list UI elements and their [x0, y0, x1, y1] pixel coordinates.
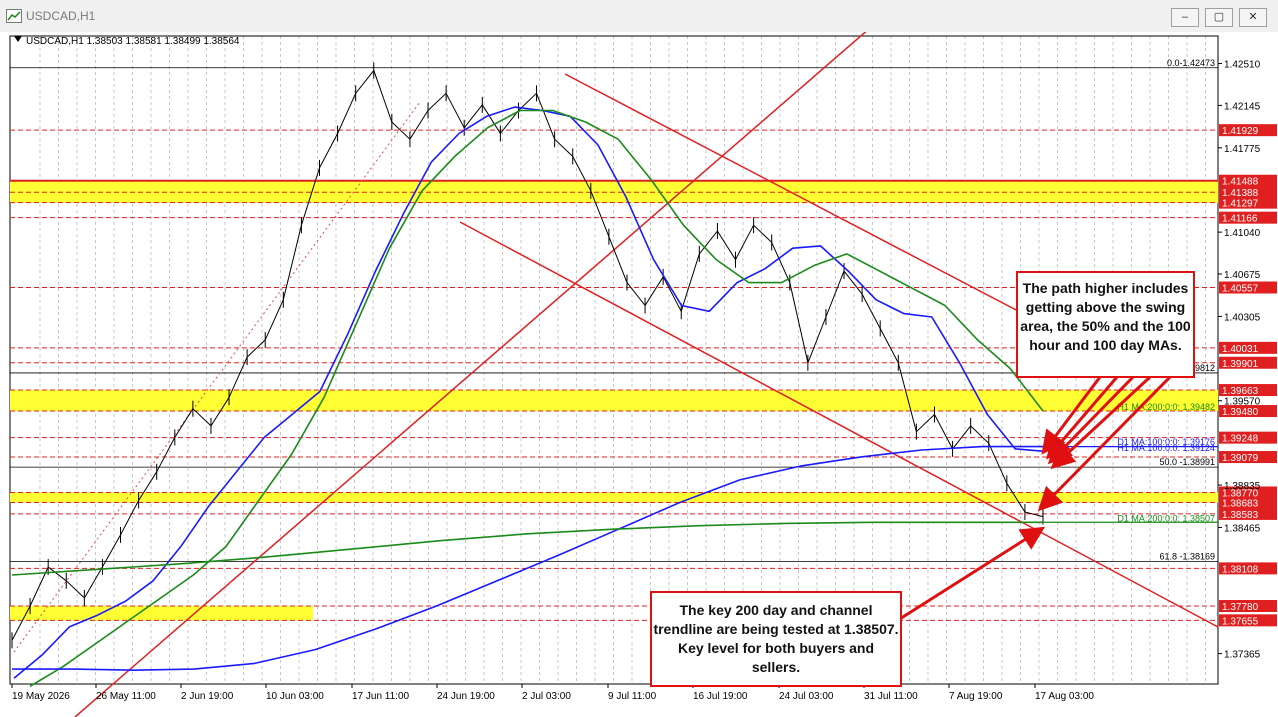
- x-tick-label: 10 Jun 03:00: [266, 691, 324, 702]
- price-level-label: 1.39480: [1222, 407, 1259, 418]
- price-level-label: 1.39663: [1222, 386, 1259, 397]
- price-level-label: 1.37655: [1222, 616, 1259, 627]
- price-level-label: 1.40031: [1222, 344, 1259, 355]
- x-tick-label: 17 Jun 11:00: [352, 691, 410, 702]
- y-tick-label: 1.37365: [1224, 650, 1261, 661]
- ma-label: H1 MA:100:0:0: 1.39124: [1117, 443, 1215, 453]
- price-level-label: 1.41166: [1222, 214, 1258, 225]
- y-tick-label: 1.41040: [1224, 228, 1261, 239]
- price-level-label: 1.38583: [1222, 510, 1259, 521]
- x-tick-label: 17 Aug 03:00: [1035, 691, 1094, 702]
- price-level-label: 1.39079: [1222, 453, 1259, 464]
- price-level-label: 1.40557: [1222, 284, 1259, 295]
- close-icon: ✕: [1248, 11, 1258, 23]
- x-tick-label: 2 Jul 03:00: [522, 691, 571, 702]
- symbol-header: USDCAD,H1 1.38503 1.38581 1.38499 1.3856…: [26, 36, 240, 47]
- price-level-label: 1.41488: [1222, 177, 1259, 188]
- yellow-zone: [10, 390, 1218, 412]
- price-level-label: 1.41929: [1222, 126, 1259, 137]
- price-level-label: 1.39901: [1222, 359, 1259, 370]
- x-tick-label: 9 Jul 11:00: [608, 691, 657, 702]
- price-level-label: 1.39248: [1222, 434, 1259, 445]
- annotation-path-higher: The path higher includes getting above t…: [1016, 271, 1195, 378]
- price-level-label: 1.37780: [1222, 602, 1259, 613]
- price-level-label: 1.41297: [1222, 199, 1259, 210]
- yellow-zone: [10, 606, 313, 621]
- minimize-icon: –: [1181, 11, 1189, 23]
- ma-label: H1 MA:200:0:0: 1.39482: [1117, 402, 1215, 412]
- x-tick-label: 2 Jun 19:00: [181, 691, 234, 702]
- close-button[interactable]: ✕: [1239, 8, 1267, 27]
- x-tick-label: 24 Jul 03:00: [779, 691, 834, 702]
- fib-level-label: 0.0-1.42473: [1167, 58, 1215, 68]
- window-titlebar[interactable]: USDCAD,H1 – ▢ ✕: [0, 0, 1278, 33]
- x-tick-label: 26 May 11:00: [96, 691, 156, 702]
- chart-window-icon: [6, 9, 22, 23]
- minimize-button[interactable]: –: [1171, 8, 1199, 27]
- y-tick-label: 1.42510: [1224, 60, 1261, 71]
- restore-button[interactable]: ▢: [1205, 8, 1233, 27]
- x-tick-label: 24 Jun 19:00: [437, 691, 495, 702]
- price-level-label: 1.38683: [1222, 498, 1259, 509]
- x-tick-label: 19 May 2026: [12, 691, 70, 702]
- yellow-zone: [10, 492, 1218, 503]
- y-tick-label: 1.38835: [1224, 481, 1261, 492]
- y-tick-label: 1.41775: [1224, 144, 1261, 155]
- annotation-key-200-day: The key 200 day and channel trendline ar…: [650, 591, 902, 687]
- fib-level-label: 61.8 -1.38169: [1159, 551, 1215, 561]
- yellow-zone: [10, 180, 1218, 203]
- y-tick-label: 1.42145: [1224, 101, 1261, 112]
- window-title: USDCAD,H1: [26, 9, 96, 23]
- fib-level-label: 50.0 -1.38991: [1159, 457, 1215, 467]
- y-tick-label: 1.40675: [1224, 270, 1261, 281]
- x-tick-label: 31 Jul 11:00: [864, 691, 918, 702]
- y-tick-label: 1.39570: [1224, 397, 1261, 408]
- price-level-label: 1.38108: [1222, 564, 1259, 575]
- y-tick-label: 1.40305: [1224, 312, 1261, 323]
- x-tick-label: 16 Jul 19:00: [693, 691, 748, 702]
- x-tick-label: 7 Aug 19:00: [949, 691, 1003, 702]
- y-tick-label: 1.38465: [1224, 523, 1261, 534]
- restore-icon: ▢: [1213, 11, 1225, 23]
- chart-window: USDCAD,H1 – ▢ ✕ 0.0-1.4247350.0 -1.39812…: [0, 0, 1278, 717]
